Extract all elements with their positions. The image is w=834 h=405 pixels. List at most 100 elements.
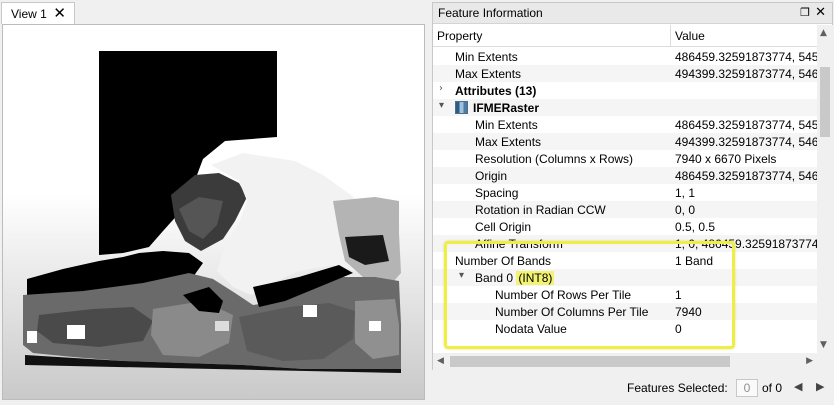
column-header-property[interactable]: Property <box>437 29 482 43</box>
close-icon[interactable]: ✕ <box>53 5 66 21</box>
property-value: 1 Band <box>675 254 714 268</box>
scroll-up-icon[interactable]: ▲ <box>820 28 827 38</box>
next-feature-icon[interactable]: ▶ <box>816 380 824 393</box>
vertical-scrollbar[interactable]: ▲ ▼ <box>817 25 833 353</box>
table-row[interactable]: Number Of Columns Per Tile 7940 <box>433 303 817 320</box>
chevron-down-icon[interactable]: ▾ <box>459 270 471 284</box>
property-label: Nodata Value <box>495 322 567 336</box>
scroll-left-icon[interactable]: ◀ <box>437 356 444 366</box>
table-header: Property Value <box>433 25 817 47</box>
property-name: Min Extents <box>455 50 518 64</box>
panel-title-bar: Feature Information ❐ ✕ <box>433 3 832 24</box>
property-name: Attributes (13) <box>455 84 536 98</box>
property-name: Affine Transform <box>475 237 563 251</box>
table-row[interactable]: Number Of Rows Per Tile 1 <box>433 286 817 303</box>
property-value: 494399.32591873774, 546265 <box>675 67 817 81</box>
property-name: Number Of Rows Per Tile <box>495 288 631 302</box>
map-view[interactable] <box>2 24 425 400</box>
property-value: 0.5, 0.5 <box>675 220 716 234</box>
property-label: Resolution (Columns x Rows) <box>475 152 634 166</box>
property-label: Origin <box>475 169 508 183</box>
chevron-right-icon[interactable]: › <box>439 83 451 97</box>
property-name: Number Of Columns Per Tile <box>495 305 648 319</box>
property-label: Max Extents <box>455 67 522 81</box>
property-label: Cell Origin <box>475 220 532 234</box>
property-label: Number Of Bands <box>455 254 552 268</box>
property-name: Nodata Value <box>495 322 567 336</box>
table-row[interactable]: Number Of Bands 1 Band <box>433 252 817 269</box>
table-row[interactable]: Origin 486459.32591873774, 546265 <box>433 167 817 184</box>
table-row[interactable]: › Attributes (13) <box>433 82 817 99</box>
table-row[interactable]: Rotation in Radian CCW 0, 0 <box>433 201 817 218</box>
property-label: Band 0 <box>475 271 514 285</box>
raster-region <box>303 305 317 317</box>
previous-feature-icon[interactable]: ◀ <box>794 380 802 393</box>
property-name: Cell Origin <box>475 220 531 234</box>
table-row[interactable]: Max Extents 494399.32591873774, 546265 <box>433 65 817 82</box>
table-row[interactable]: Min Extents 486459.32591873774, 545595 <box>433 48 817 65</box>
property-value: 486459.32591873774, 545595 <box>675 118 817 132</box>
property-label: Max Extents <box>475 135 542 149</box>
property-label: IFMERaster <box>473 101 540 115</box>
property-label: Attributes (13) <box>455 84 537 98</box>
column-divider[interactable] <box>670 25 671 47</box>
table-row[interactable]: ▾ Band 0 (INT8) <box>433 269 817 286</box>
restore-icon[interactable]: ❐ <box>800 6 810 19</box>
property-value: 1 <box>675 288 682 302</box>
panel-title: Feature Information <box>438 6 543 20</box>
total-count-label: of 0 <box>762 381 783 395</box>
scroll-thumb[interactable] <box>820 67 830 137</box>
property-label: Affine Transform <box>475 237 563 251</box>
property-label: Number Of Columns Per Tile <box>495 305 649 319</box>
property-value: 7940 x 6670 Pixels <box>675 152 777 166</box>
table-row[interactable]: Min Extents 486459.32591873774, 545595 <box>433 116 817 133</box>
table-row[interactable]: Cell Origin 0.5, 0.5 <box>433 218 817 235</box>
scroll-thumb-horizontal[interactable] <box>450 356 730 367</box>
table-row[interactable]: Nodata Value 0 <box>433 320 817 337</box>
property-value: 7940 <box>675 305 702 319</box>
selected-count-field[interactable]: 0 <box>736 379 758 397</box>
table-row[interactable]: Affine Transform 1, 0, 486459.32591873774… <box>433 235 817 252</box>
property-name: Rotation in Radian CCW <box>475 203 606 217</box>
table-row[interactable]: Resolution (Columns x Rows) 7940 x 6670 P… <box>433 150 817 167</box>
raster-icon <box>455 101 468 114</box>
column-header-value[interactable]: Value <box>675 29 705 43</box>
view-tab-label: View 1 <box>11 6 47 21</box>
horizontal-scrollbar[interactable]: ◀ ▶ <box>433 353 817 370</box>
property-label: Min Extents <box>455 50 518 64</box>
features-selected-label: Features Selected: <box>627 381 728 395</box>
property-name: Number Of Bands <box>455 254 551 268</box>
property-value: 0, 0 <box>675 203 696 217</box>
property-label: Spacing <box>475 186 519 200</box>
property-value: 0 <box>675 322 682 336</box>
raster-region <box>27 331 37 343</box>
view-tab[interactable]: View 1 ✕ <box>1 2 75 24</box>
property-value: 486459.32591873774, 545595 <box>675 50 817 64</box>
scroll-right-icon[interactable]: ▶ <box>806 356 813 366</box>
property-name: Origin <box>475 169 507 183</box>
property-value: 494399.32591873774, 546265 <box>675 135 817 149</box>
scroll-corner <box>817 353 833 370</box>
table-row[interactable]: Spacing 1, 1 <box>433 184 817 201</box>
property-value: 1, 1 <box>675 186 696 200</box>
table-row[interactable]: Max Extents 494399.32591873774, 546265 <box>433 133 817 150</box>
raster-region <box>369 321 381 331</box>
property-name: Min Extents <box>475 118 538 132</box>
raster-map <box>23 51 401 373</box>
chevron-down-icon[interactable]: ▾ <box>439 100 451 114</box>
property-label: Min Extents <box>475 118 538 132</box>
feature-information-panel: Feature Information ❐ ✕ Property Value M… <box>432 2 833 370</box>
scroll-down-icon[interactable]: ▼ <box>820 340 827 350</box>
property-name: Max Extents <box>455 67 521 81</box>
close-icon[interactable]: ✕ <box>815 5 826 20</box>
property-name: Band 0 (INT8) <box>475 271 555 285</box>
raster-region <box>67 325 85 339</box>
property-name: IFMERaster <box>473 101 539 115</box>
raster-region <box>215 321 229 331</box>
property-value: 1, 0, 486459.32591873774, 0 <box>675 237 817 251</box>
property-label: Rotation in Radian CCW <box>475 203 606 217</box>
property-label: Number Of Rows Per Tile <box>495 288 632 302</box>
table-row[interactable]: ▾ IFMERaster <box>433 99 817 116</box>
band-type-badge: (INT8) <box>516 271 555 285</box>
property-name: Resolution (Columns x Rows) <box>475 152 633 166</box>
